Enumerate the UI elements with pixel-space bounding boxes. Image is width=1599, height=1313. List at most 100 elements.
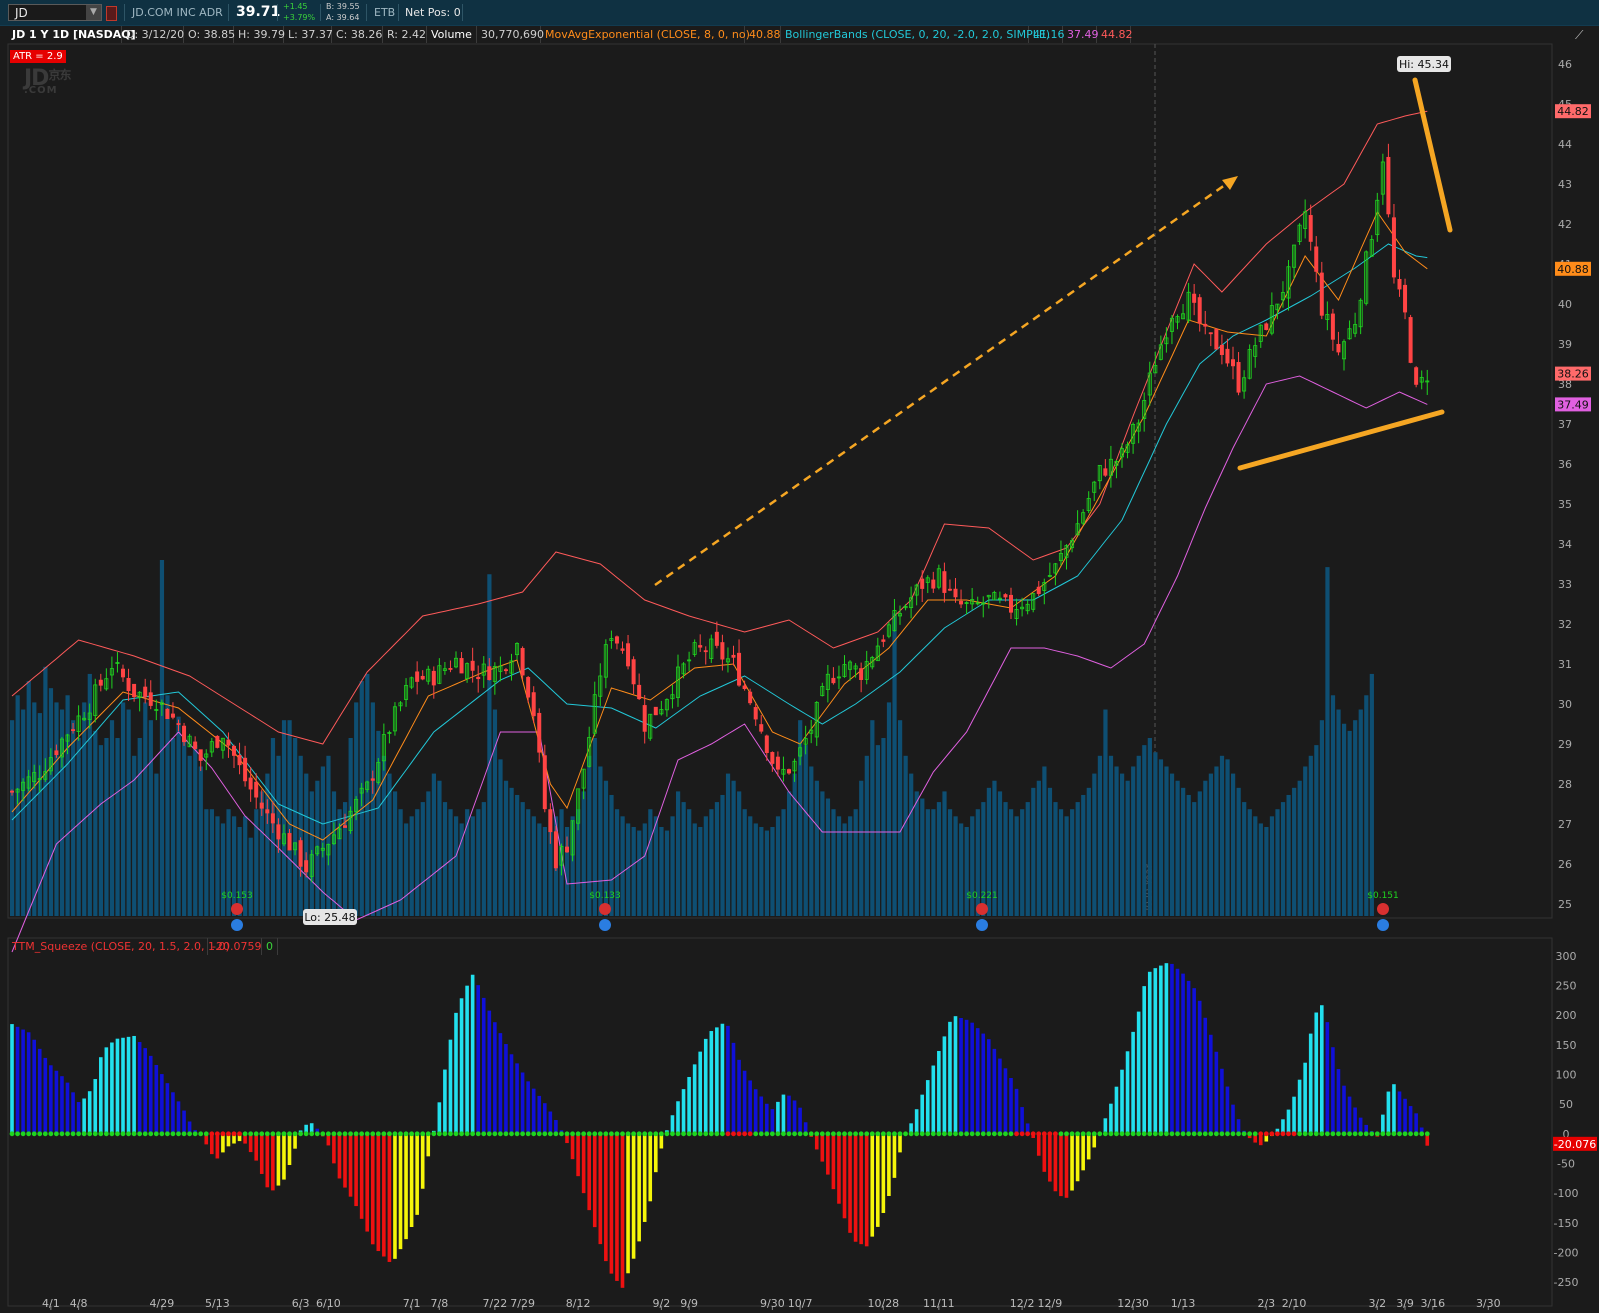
squeeze-dot (425, 1131, 431, 1137)
squeeze-bar (898, 1133, 902, 1153)
candle-body (1192, 293, 1197, 303)
candle-body (248, 777, 253, 790)
squeeze-bar (509, 1054, 514, 1134)
squeeze-dot (364, 1131, 370, 1137)
squeeze-dot (720, 1131, 725, 1137)
volume-bar (392, 791, 398, 916)
volume-bar (748, 816, 753, 916)
squeeze-bar (1064, 1133, 1069, 1198)
volume-bar (32, 702, 37, 916)
squeeze-dot (54, 1131, 59, 1137)
volume-bar (526, 809, 531, 916)
candle-body (542, 755, 547, 810)
squeeze-bar (71, 1092, 75, 1134)
squeeze-dot (325, 1131, 331, 1137)
squeeze-bar (820, 1133, 825, 1162)
squeeze-dot (492, 1131, 498, 1137)
squeeze-dot (1080, 1131, 1086, 1137)
price-axis-tick: 37 (1558, 418, 1572, 431)
squeeze-dot (897, 1131, 903, 1137)
trend-arrow-line (654, 178, 1233, 587)
candle-body (1403, 284, 1408, 313)
squeeze-bar (1414, 1113, 1418, 1134)
squeeze-bar (731, 1042, 736, 1134)
x-axis-tick: 12/9 (1037, 1297, 1062, 1310)
squeeze-dot (953, 1131, 958, 1137)
squeeze-bar (1125, 1051, 1130, 1134)
volume-bar (143, 702, 148, 916)
volume-bar (1108, 755, 1114, 916)
squeeze-dot (553, 1131, 559, 1137)
squeeze-bar (32, 1039, 36, 1134)
squeeze-bar (548, 1111, 553, 1134)
squeeze-dot (192, 1131, 198, 1137)
squeeze-bar (1192, 988, 1196, 1134)
squeeze-dot (847, 1131, 853, 1137)
candle-body (553, 831, 558, 869)
squeeze-axis-tick: 50 (1559, 1098, 1573, 1111)
squeeze-bar (398, 1133, 403, 1250)
squeeze-dot (769, 1131, 775, 1137)
volume-bar (1203, 780, 1208, 916)
volume-bar (476, 809, 481, 916)
squeeze-dot (298, 1131, 303, 1137)
volume-bar (848, 816, 853, 916)
volume-bar (764, 830, 769, 916)
squeeze-dot (1186, 1131, 1191, 1137)
squeeze-bar (842, 1133, 847, 1219)
squeeze-bar (626, 1133, 630, 1274)
squeeze-dot (42, 1131, 48, 1137)
volume-bar (1192, 802, 1197, 916)
candle-body (787, 769, 792, 774)
squeeze-dot (597, 1131, 603, 1137)
candle-body (753, 707, 758, 720)
squeeze-dot (292, 1131, 298, 1137)
squeeze-dot (131, 1131, 137, 1137)
squeeze-dot (620, 1131, 625, 1137)
squeeze-bar (1209, 1034, 1213, 1134)
price-axis-tick: 28 (1558, 778, 1572, 791)
squeeze-bar (648, 1133, 653, 1202)
volume-bar (503, 780, 509, 916)
squeeze-bar (1286, 1109, 1291, 1134)
squeeze-dot (564, 1131, 570, 1137)
squeeze-dot (342, 1131, 348, 1137)
candle-body (215, 735, 220, 748)
volume-bar (1003, 802, 1008, 916)
chart-canvas[interactable]: 2020 Year4645444342414039383736353433323… (0, 0, 1599, 1313)
squeeze-bar (715, 1027, 719, 1134)
squeeze-dot (1030, 1131, 1036, 1137)
candle-body (198, 749, 203, 761)
squeeze-dot (609, 1131, 614, 1137)
volume-bar (365, 673, 370, 916)
volume-bar (759, 827, 764, 916)
squeeze-bar (1009, 1077, 1013, 1134)
squeeze-bar (531, 1088, 536, 1134)
squeeze-bar (948, 1021, 952, 1134)
volume-bar (825, 798, 831, 916)
volume-bar (1275, 809, 1280, 916)
squeeze-dot (1319, 1131, 1325, 1137)
squeeze-bar (337, 1133, 342, 1179)
squeeze-dot (747, 1131, 753, 1137)
squeeze-study-label[interactable]: TTM_Squeeze (CLOSE, 20, 1.5, 2.0, 1.0) (8, 938, 230, 955)
squeeze-bar (631, 1133, 636, 1259)
volume-bar (470, 816, 475, 916)
low-marker-text: Lo: 25.48 (304, 911, 355, 924)
volume-bar (1169, 773, 1175, 916)
squeeze-bar (148, 1055, 153, 1134)
candle-body (859, 668, 864, 681)
squeeze-axis-tick: 100 (1556, 1069, 1577, 1082)
squeeze-dot (103, 1131, 109, 1137)
squeeze-dot (664, 1131, 670, 1137)
price-axis-tick: 43 (1558, 178, 1572, 191)
volume-bar (287, 720, 292, 916)
volume-bar (331, 791, 337, 916)
volume-bar (853, 809, 858, 916)
squeeze-bar (165, 1083, 170, 1134)
squeeze-bar (287, 1133, 292, 1166)
volume-bar (1092, 773, 1097, 916)
squeeze-dot (775, 1131, 781, 1137)
candle-body (1236, 362, 1241, 393)
x-axis-tick: 2/3 (1257, 1297, 1275, 1310)
